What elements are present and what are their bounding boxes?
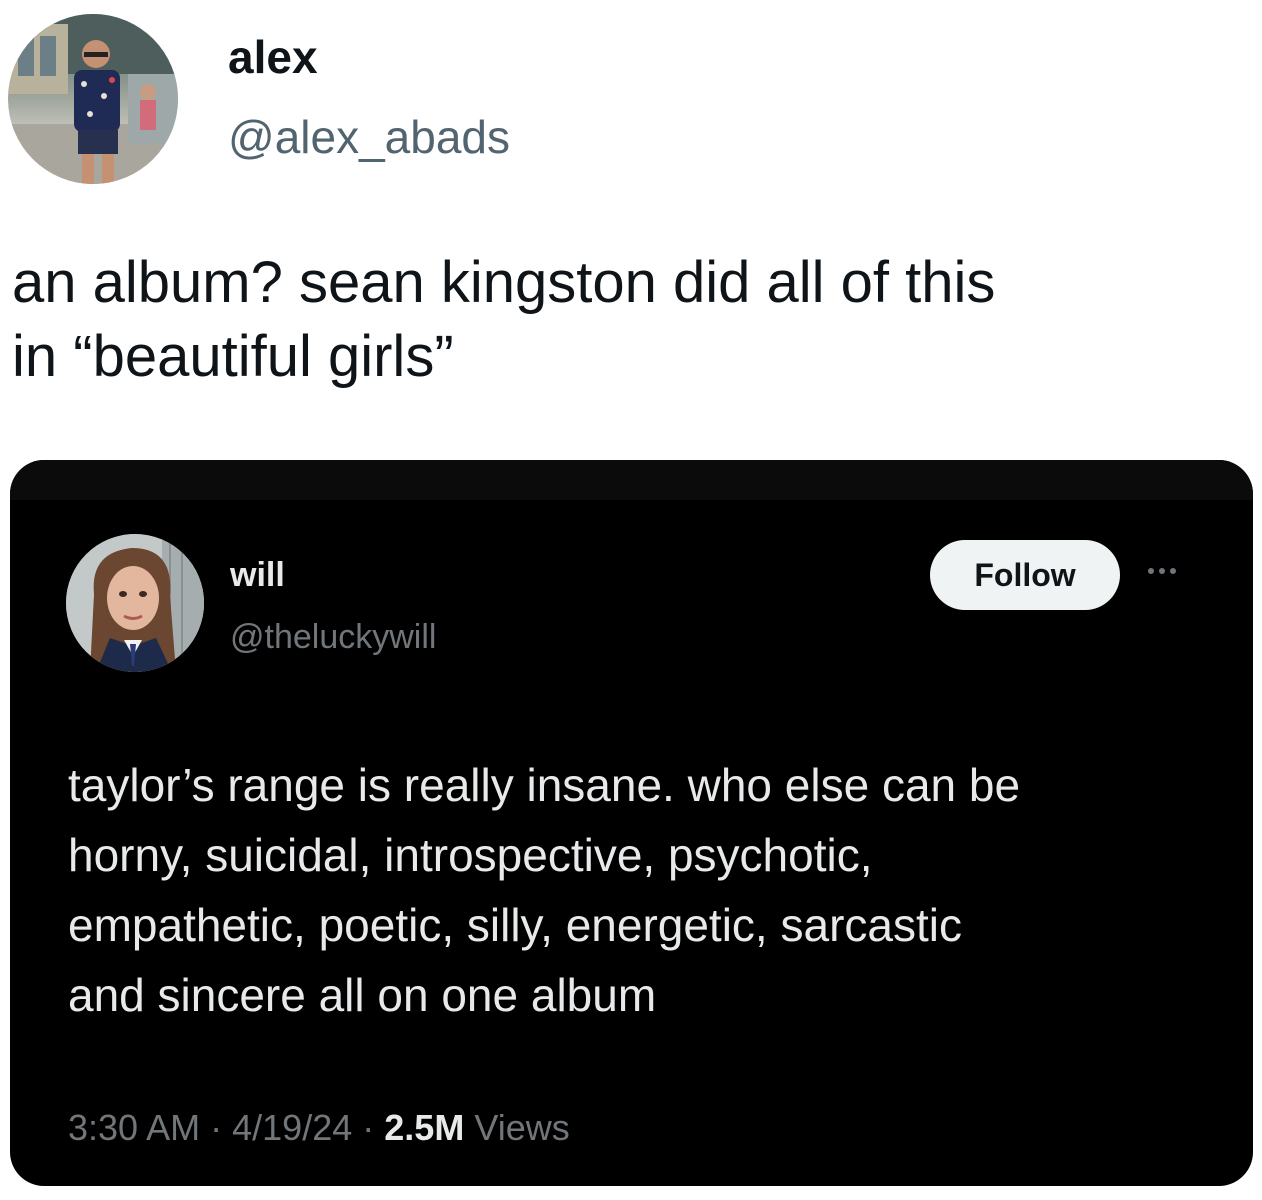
more-horizontal-icon[interactable] xyxy=(1148,564,1188,578)
screenshot-top-band xyxy=(10,460,1253,500)
views-count[interactable]: 2.5M xyxy=(384,1107,464,1148)
tweet-text-line: in “beautiful girls” xyxy=(12,324,454,389)
avatar-photo xyxy=(8,14,178,184)
quoted-tweet-text: taylor’s range is really insane. who els… xyxy=(68,750,1208,1030)
more-dot xyxy=(1148,568,1154,574)
quoted-tweet-screenshot: will @theluckywill Follow taylor’s range… xyxy=(10,460,1253,1186)
tweet-text-line: an album? sean kingston did all of this xyxy=(12,250,996,315)
meta-separator: · xyxy=(210,1107,223,1148)
quoted-text-line: empathetic, poetic, silly, energetic, sa… xyxy=(68,899,962,951)
more-dot xyxy=(1170,568,1176,574)
quoted-text-line: and sincere all on one album xyxy=(68,969,657,1021)
quoted-author-name[interactable]: will xyxy=(230,558,285,592)
tweet-text: an album? sean kingston did all of this … xyxy=(12,246,1252,394)
views-label: Views xyxy=(474,1107,570,1148)
more-dot xyxy=(1159,568,1165,574)
tweet-date[interactable]: 4/19/24 xyxy=(232,1107,352,1148)
quoted-avatar[interactable] xyxy=(66,534,204,672)
quoted-author-handle[interactable]: @theluckywill xyxy=(230,620,436,654)
quoted-avatar-photo xyxy=(66,534,204,672)
tweet-metadata: 3:30 AM · 4/19/24 · 2.5M Views xyxy=(68,1110,570,1146)
quoted-text-line: horny, suicidal, introspective, psychoti… xyxy=(68,829,873,881)
avatar[interactable] xyxy=(8,14,178,184)
quoted-text-line: taylor’s range is really insane. who els… xyxy=(68,759,1021,811)
author-name[interactable]: alex xyxy=(228,34,318,80)
tweet-time[interactable]: 3:30 AM xyxy=(68,1107,200,1148)
follow-button[interactable]: Follow xyxy=(930,540,1120,610)
meta-separator: · xyxy=(362,1107,375,1148)
author-handle[interactable]: @alex_abads xyxy=(228,114,510,160)
